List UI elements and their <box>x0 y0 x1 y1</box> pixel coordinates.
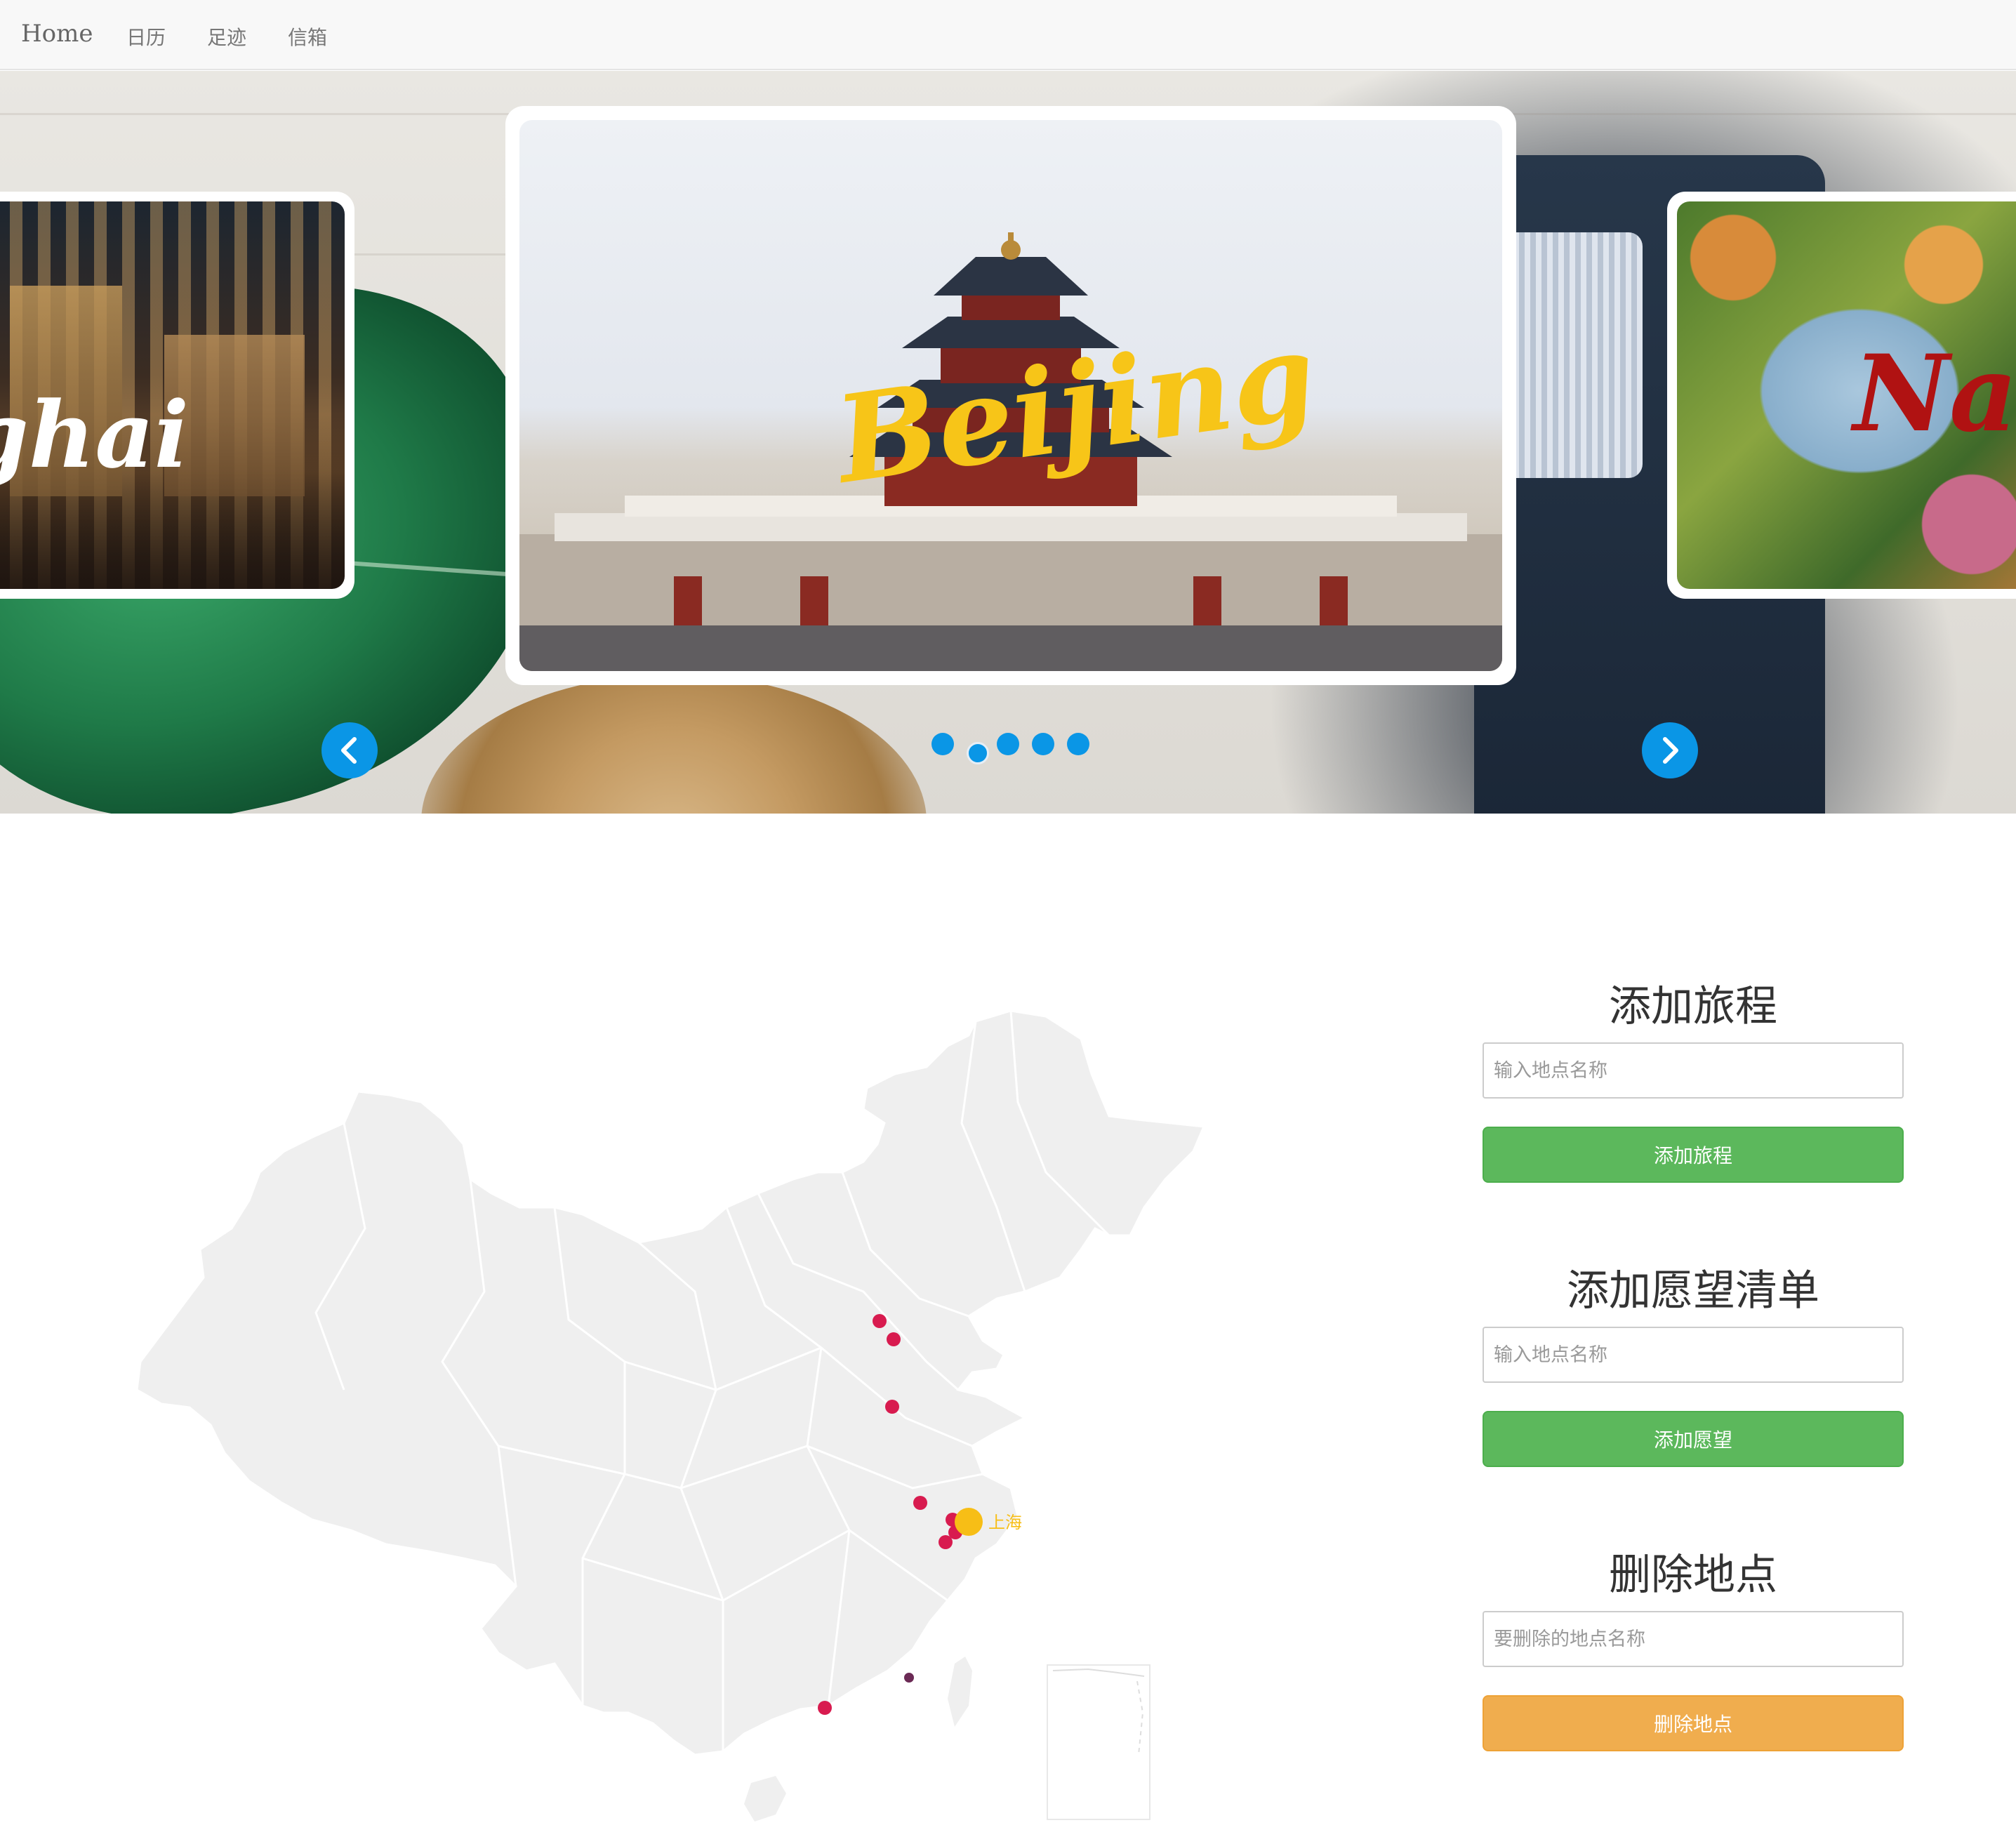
carousel-prev-button[interactable] <box>321 722 378 778</box>
add-wishlist-title: 添加愿望清单 <box>1567 1266 1819 1315</box>
slide-title-shanghai: ghai <box>0 381 190 489</box>
straw-hat-background <box>421 675 927 814</box>
slide-card-shanghai[interactable]: ghai <box>0 192 354 599</box>
trip-location-input[interactable] <box>1483 1042 1904 1099</box>
map-marker <box>887 1332 901 1346</box>
carousel-dot-2-active[interactable] <box>967 742 989 764</box>
china-map-shape <box>135 1009 1206 1756</box>
itinerary-panel: 添加旅程 添加旅程 添加愿望清单 添加愿望 删除地点 删除地点 <box>1483 972 1904 1758</box>
south-sea-inset <box>1047 1664 1150 1820</box>
delete-location-button[interactable]: 删除地点 <box>1483 1695 1904 1751</box>
carousel-dot-5[interactable] <box>1067 733 1089 755</box>
taiwan-island <box>948 1657 972 1727</box>
nav-calendar-link[interactable]: 日历 <box>126 22 166 51</box>
add-trip-button[interactable]: 添加旅程 <box>1483 1127 1904 1183</box>
hainan-island <box>744 1776 786 1822</box>
chevron-right-icon <box>1663 737 1678 764</box>
carousel-dot-1[interactable] <box>931 733 954 755</box>
nav-home-link[interactable]: Home <box>21 20 93 48</box>
towel-background <box>1502 232 1643 478</box>
china-map[interactable]: 上海 <box>133 997 1228 1839</box>
map-marker <box>818 1701 832 1715</box>
delete-location-input[interactable] <box>1483 1611 1904 1667</box>
nav-mailbox-link[interactable]: 信箱 <box>288 22 327 51</box>
hero-carousel: ghai <box>0 71 2016 814</box>
wishlist-location-input[interactable] <box>1483 1327 1904 1383</box>
carousel-dot-3[interactable] <box>997 733 1019 755</box>
add-trip-title: 添加旅程 <box>1609 982 1777 1031</box>
top-navbar: Home 日历 足迹 信箱 <box>0 0 2016 70</box>
map-marker <box>913 1496 927 1510</box>
map-marker-small <box>904 1673 914 1683</box>
map-marker <box>939 1535 953 1549</box>
slide-title-nanjing: Nan <box>1853 332 2016 456</box>
nav-footprint-link[interactable]: 足迹 <box>207 22 246 51</box>
carousel-next-button[interactable] <box>1642 722 1698 778</box>
carousel-dot-4[interactable] <box>1032 733 1054 755</box>
add-wish-button[interactable]: 添加愿望 <box>1483 1411 1904 1467</box>
map-city-label: 上海 <box>988 1513 1022 1532</box>
chevron-left-icon <box>341 737 357 764</box>
map-marker <box>873 1314 887 1328</box>
slide-card-beijing[interactable]: Beijing <box>505 106 1516 685</box>
map-marker-highlight <box>955 1508 983 1536</box>
slide-card-nanjing[interactable]: Nan <box>1667 192 2016 599</box>
delete-location-title: 删除地点 <box>1609 1551 1777 1600</box>
map-marker <box>885 1400 899 1414</box>
